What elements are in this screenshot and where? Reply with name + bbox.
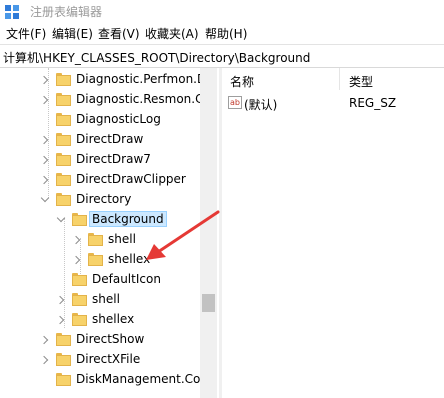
tree-item-label: DirectXFile	[76, 352, 141, 366]
window-title: 注册表编辑器	[30, 5, 103, 19]
folder-icon	[56, 353, 71, 367]
column-divider[interactable]	[339, 68, 340, 90]
tree-item-label: shell	[108, 232, 136, 246]
tree-item-label: DirectDraw7	[76, 152, 151, 166]
folder-icon	[56, 93, 71, 107]
folder-icon	[88, 233, 103, 247]
expand-arrow-icon[interactable]	[40, 155, 50, 165]
menu-help[interactable]: 帮助(H)	[205, 25, 247, 42]
folder-icon	[56, 173, 71, 187]
folder-icon	[56, 133, 71, 147]
folder-icon	[72, 273, 87, 287]
tree-item-label: DiagnosticLog	[76, 112, 161, 126]
value-type: REG_SZ	[349, 96, 397, 110]
folder-icon	[56, 73, 71, 87]
tree-item[interactable]: DirectDraw	[0, 130, 200, 150]
tree-item-label: Background	[89, 211, 167, 227]
expand-arrow-icon[interactable]	[72, 255, 82, 265]
address-path[interactable]: 计算机\HKEY_CLASSES_ROOT\Directory\Backgrou…	[3, 49, 310, 66]
menu-bar: 文件(F) 编辑(E) 查看(V) 收藏夹(A) 帮助(H)	[0, 22, 444, 43]
registry-editor-icon	[5, 5, 19, 19]
column-header-name[interactable]: 名称	[230, 73, 254, 95]
tree-item-background[interactable]: Background	[0, 210, 200, 230]
tree-item[interactable]: DefaultIcon	[0, 270, 200, 290]
expand-arrow-icon[interactable]	[56, 315, 66, 325]
folder-icon	[56, 373, 71, 387]
scrollbar-thumb[interactable]	[202, 294, 215, 312]
folder-icon	[88, 253, 103, 267]
column-header-type[interactable]: 类型	[349, 73, 373, 95]
value-name: (默认)	[244, 98, 278, 112]
key-tree: Diagnostic.Perfmon.D Diagnostic.Resmon.C…	[0, 68, 219, 398]
tree-item[interactable]: DirectDrawClipper	[0, 170, 200, 190]
value-list: 名称 类型 ab (默认) REG_SZ	[222, 68, 444, 398]
title-bar: 注册表编辑器	[0, 0, 444, 22]
expand-arrow-icon[interactable]	[40, 335, 50, 345]
folder-icon	[56, 193, 71, 207]
folder-icon	[72, 313, 87, 327]
tree-item-label: Diagnostic.Resmon.C	[76, 92, 204, 106]
folder-icon	[72, 213, 87, 227]
folder-icon	[56, 333, 71, 347]
tree-item[interactable]: DirectShow	[0, 330, 200, 350]
expand-arrow-icon[interactable]	[40, 95, 50, 105]
tree-item-label: Diagnostic.Perfmon.D	[76, 72, 207, 86]
tree-item[interactable]: shellex	[0, 310, 200, 330]
expand-arrow-icon[interactable]	[40, 75, 50, 85]
tree-item[interactable]: DirectXFile	[0, 350, 200, 370]
string-value-icon: ab	[228, 96, 242, 109]
expand-arrow-icon[interactable]	[56, 295, 66, 305]
tree-item-label: DiskManagement.Co	[76, 372, 201, 386]
tree-item-label: Directory	[76, 192, 132, 206]
tree-item-label: shellex	[92, 312, 135, 326]
menu-file[interactable]: 文件(F)	[6, 25, 46, 42]
menu-edit[interactable]: 编辑(E)	[52, 25, 93, 42]
expand-arrow-icon[interactable]	[40, 135, 50, 145]
folder-icon	[56, 113, 71, 127]
tree-item-label: shellex	[108, 252, 151, 266]
expand-arrow-icon[interactable]	[40, 175, 50, 185]
tree-item-label: DirectDrawClipper	[76, 172, 186, 186]
collapse-arrow-icon[interactable]	[56, 215, 66, 225]
tree-item[interactable]: DirectDraw7	[0, 150, 200, 170]
tree-scrollbar[interactable]	[200, 68, 217, 398]
tree-item[interactable]: shellex	[0, 250, 200, 270]
folder-icon	[56, 153, 71, 167]
expand-arrow-icon[interactable]	[40, 355, 50, 365]
collapse-arrow-icon[interactable]	[40, 195, 50, 205]
tree-item[interactable]: Diagnostic.Resmon.C	[0, 90, 203, 110]
tree-item[interactable]: DiagnosticLog	[0, 110, 200, 130]
tree-item-directory[interactable]: Directory	[0, 190, 200, 210]
folder-icon	[72, 293, 87, 307]
menu-favorites[interactable]: 收藏夹(A)	[145, 25, 199, 42]
tree-item-label: DirectShow	[76, 332, 145, 346]
tree-item-label: shell	[92, 292, 120, 306]
value-row[interactable]: ab (默认) REG_SZ	[222, 93, 444, 113]
tree-item[interactable]: DiskManagement.Co	[0, 370, 200, 390]
tree-item-label: DefaultIcon	[92, 272, 161, 286]
menu-view[interactable]: 查看(V)	[98, 25, 140, 42]
address-bar[interactable]: 计算机\HKEY_CLASSES_ROOT\Directory\Backgrou…	[0, 44, 444, 68]
tree-item-label: DirectDraw	[76, 132, 144, 146]
expand-arrow-icon[interactable]	[72, 235, 82, 245]
tree-item[interactable]: Diagnostic.Perfmon.D	[0, 70, 206, 90]
tree-item[interactable]: shell	[0, 290, 200, 310]
tree-item[interactable]: shell	[0, 230, 200, 250]
